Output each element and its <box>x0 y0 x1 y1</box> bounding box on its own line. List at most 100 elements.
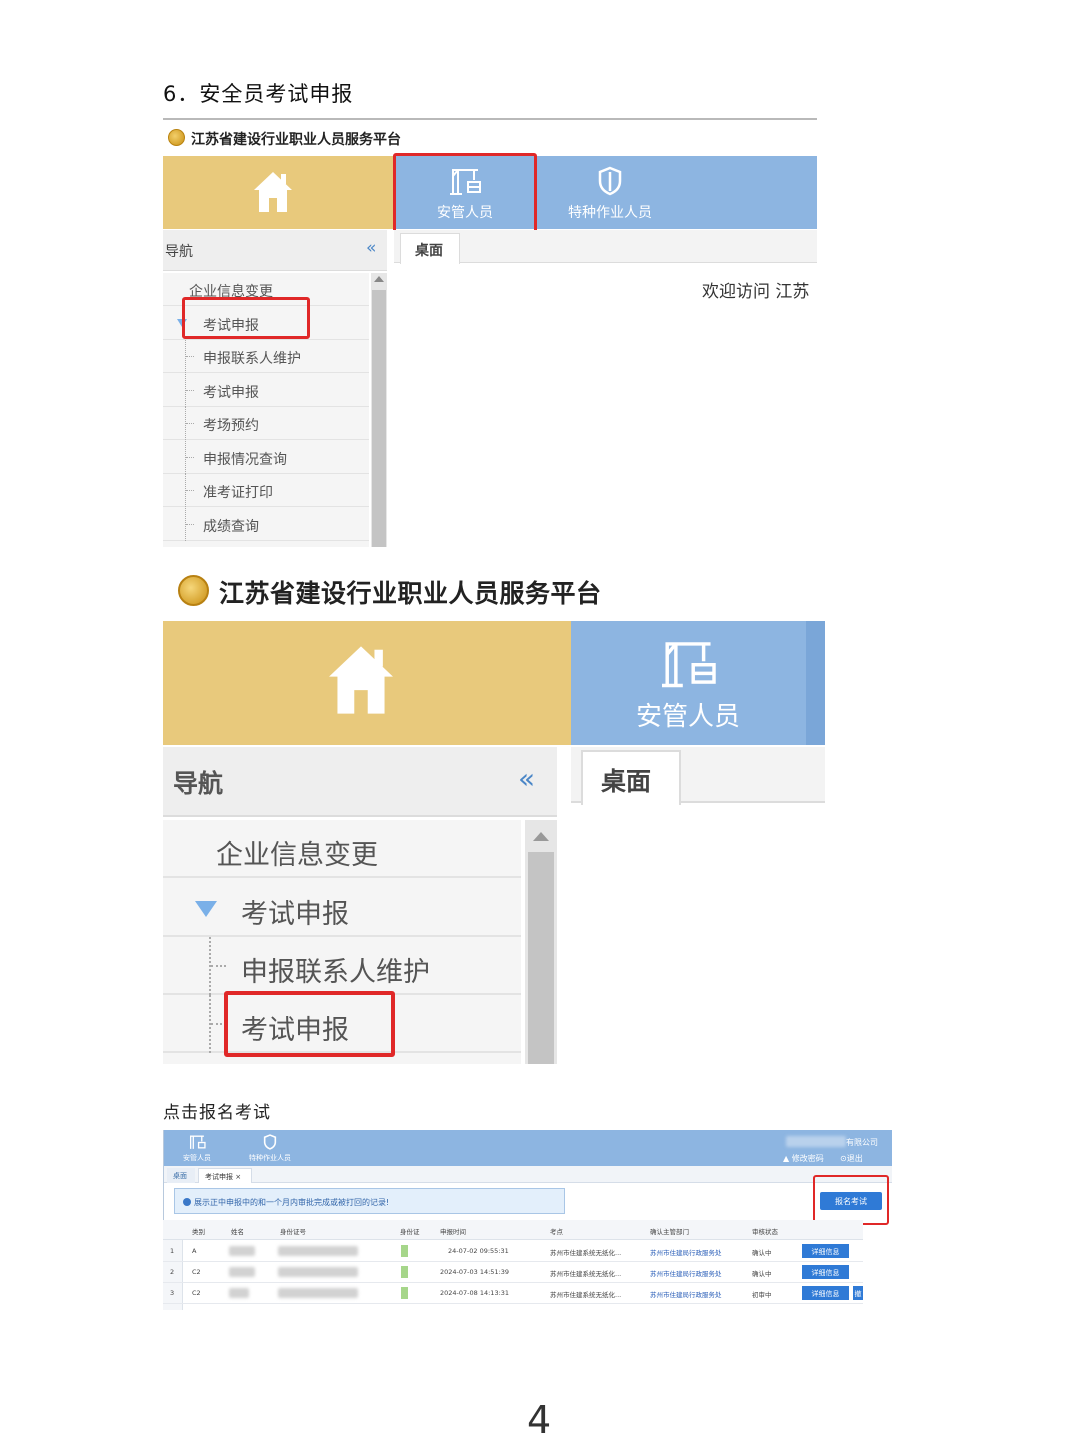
platform-title: 江苏省建设行业职业人员服务平台 <box>219 579 602 608</box>
id-card-thumbnail <box>401 1287 408 1299</box>
tab-desktop[interactable]: 桌面 <box>400 233 460 264</box>
scrollbar-thumb[interactable] <box>528 852 554 1064</box>
cell-category: C2 <box>192 1268 201 1276</box>
scroll-up-icon[interactable] <box>374 276 384 282</box>
menu-item-admission-print[interactable]: 准考证打印 <box>163 474 369 507</box>
scrollbar-thumb[interactable] <box>372 290 386 547</box>
shield-icon <box>263 1134 277 1150</box>
welcome-text: 欢迎访问 江苏 <box>702 282 810 302</box>
id-card-thumbnail <box>401 1266 408 1278</box>
home-tile[interactable] <box>163 156 394 229</box>
tab-special-operators[interactable]: 特种作业人员 <box>238 1132 302 1164</box>
cell-site: 苏州市住建系统无纸化... <box>550 1249 622 1257</box>
platform-logo-icon <box>168 129 185 146</box>
column-header: 申报时间 <box>440 1228 466 1236</box>
menu-item-label: 申报联系人维护 <box>241 957 430 988</box>
tab-desktop[interactable]: 桌面 <box>581 750 681 805</box>
table-row: 2 C2 2024-07-03 14:51:39 苏州市住建系统无纸化... 苏… <box>163 1262 863 1283</box>
tab-label: 安管人员 <box>635 702 740 732</box>
expand-triangle-icon <box>195 901 217 917</box>
table-row: 3 C2 2024-07-08 14:13:31 苏州市住建系统无纸化... 苏… <box>163 1283 863 1304</box>
tab-label: 安管人员 <box>183 1154 211 1162</box>
revoke-button[interactable]: 撤 <box>853 1286 863 1300</box>
menu-item-label: 准考证打印 <box>203 485 273 501</box>
detail-button[interactable]: 详细信息 <box>802 1265 849 1279</box>
cell-site: 苏州市住建系统无纸化... <box>550 1270 622 1278</box>
crane-icon <box>189 1135 206 1149</box>
tree-line <box>185 407 194 440</box>
id-card-thumbnail <box>401 1245 408 1257</box>
menu-item-venue-booking[interactable]: 考场预约 <box>163 407 369 440</box>
menu-item-contact[interactable]: 申报联系人维护 <box>163 340 369 373</box>
menu-item-label: 申报情况查询 <box>203 452 287 468</box>
nav-label: 导航 <box>173 769 224 798</box>
tab-safety-managers[interactable]: 安管人员 <box>593 621 783 745</box>
menu-item-label: 申报联系人维护 <box>203 351 301 367</box>
blurred-name <box>229 1267 255 1277</box>
nav-label: 导航 <box>165 244 193 260</box>
tree-line <box>185 374 194 407</box>
column-header: 身份证 <box>400 1228 420 1236</box>
collapse-icon[interactable]: « <box>518 762 535 795</box>
menu-item-label: 考场预约 <box>203 418 259 434</box>
cell-status: 确认中 <box>752 1249 772 1257</box>
tab-special-operators[interactable]: 特种作业人员 <box>540 156 680 229</box>
home-icon <box>254 172 292 212</box>
detail-button[interactable]: 详细信息 <box>802 1244 849 1258</box>
column-header: 姓名 <box>231 1228 244 1236</box>
cell-dept[interactable]: 苏州市住建局行政服务处 <box>650 1247 722 1257</box>
row-number: 3 <box>170 1289 175 1297</box>
tree-line <box>209 995 226 1053</box>
cell-time: 2024-07-08 14:13:31 <box>440 1289 510 1297</box>
cell-site: 苏州市住建系统无纸化... <box>550 1291 622 1299</box>
column-header: 审核状态 <box>752 1228 778 1236</box>
platform-title: 江苏省建设行业职业人员服务平台 <box>191 132 401 148</box>
exit-link[interactable]: ⊙退出 <box>840 1153 863 1164</box>
blurred-name <box>229 1246 255 1256</box>
highlight-box <box>393 153 537 233</box>
blurred-company-name <box>786 1136 846 1147</box>
menu-item-exam-apply[interactable]: 考试申报 <box>163 374 369 407</box>
caption: 点击报名考试 <box>163 1103 271 1123</box>
menu-item-score-query[interactable]: 成绩查询 <box>163 508 369 541</box>
blurred-id-number <box>278 1267 358 1277</box>
home-tile[interactable] <box>163 621 571 745</box>
menu-item-status-query[interactable]: 申报情况查询 <box>163 441 369 474</box>
tree-line <box>185 508 194 541</box>
change-password-link[interactable]: ▲ 修改密码 <box>783 1153 824 1164</box>
menu-item-label: 考试申报 <box>203 385 259 401</box>
menu-item-company-change[interactable]: 企业信息变更 <box>163 820 521 878</box>
blurred-id-number <box>278 1246 358 1256</box>
tree-line <box>209 937 226 995</box>
menu-item-exam-apply-group[interactable]: 考试申报 <box>163 879 521 937</box>
tab-desktop[interactable]: 桌面 <box>167 1168 195 1183</box>
section-heading: 6．安全员考试申报 <box>163 82 354 106</box>
highlight-box <box>813 1175 889 1225</box>
cell-time: 2024-07-03 14:51:39 <box>440 1268 510 1276</box>
menu-item-label: 企业信息变更 <box>216 840 378 871</box>
panel-separator <box>387 230 394 547</box>
tree-line <box>185 474 194 507</box>
notice-banner: 展示正中申报中的和一个月内审批完成或被打回的记录! <box>174 1188 565 1214</box>
blurred-name <box>229 1288 249 1298</box>
info-icon <box>183 1198 191 1206</box>
page-number: 4 <box>527 1398 552 1442</box>
menu-item-contact[interactable]: 申报联系人维护 <box>163 937 521 995</box>
detail-button[interactable]: 详细信息 <box>802 1286 849 1300</box>
page-tab-bar <box>163 1166 892 1183</box>
cell-category: C2 <box>192 1289 201 1297</box>
collapse-icon[interactable]: « <box>366 238 376 258</box>
nav-header <box>163 230 387 271</box>
row-number: 1 <box>170 1247 175 1255</box>
home-icon <box>329 646 393 714</box>
menu-item-label: 成绩查询 <box>203 519 259 535</box>
tab-exam-apply[interactable]: 考试申报 × <box>198 1168 252 1183</box>
notice-text: 展示正中申报中的和一个月内审批完成或被打回的记录! <box>194 1198 390 1207</box>
cell-dept[interactable]: 苏州市住建局行政服务处 <box>650 1289 722 1299</box>
panel-separator <box>557 747 571 1064</box>
table-header: 类别 姓名 身份证号 身份证 申报时间 考点 确认主管部门 审核状态 <box>163 1220 863 1240</box>
divider <box>163 118 817 120</box>
scroll-up-icon[interactable] <box>533 832 549 841</box>
cell-dept[interactable]: 苏州市住建局行政服务处 <box>650 1268 722 1278</box>
tab-safety-managers[interactable]: 安管人员 <box>172 1132 222 1164</box>
